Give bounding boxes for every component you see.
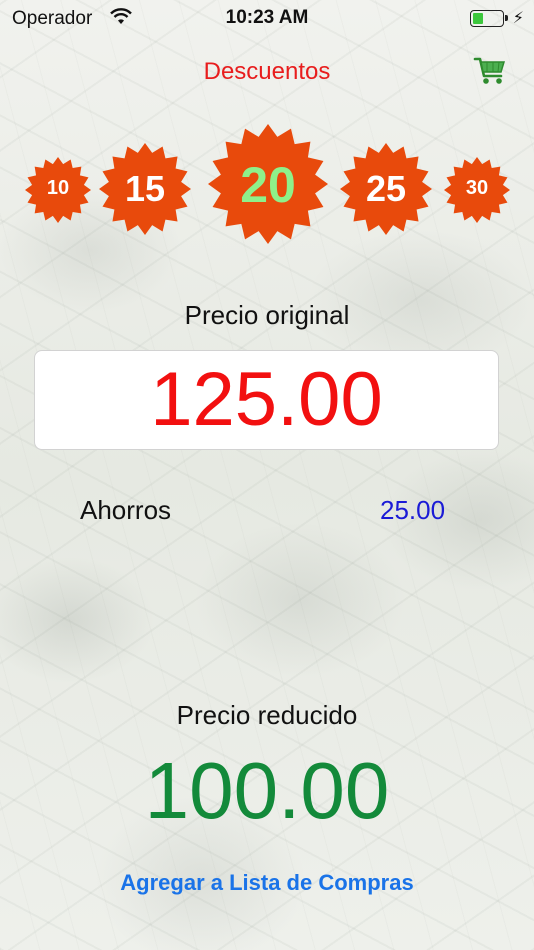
add-to-shopping-list-button[interactable]: Agregar a Lista de Compras: [0, 870, 534, 896]
savings-value: 25.00: [380, 495, 446, 525]
battery-icon: [470, 10, 508, 27]
discount-badge-label: 10: [46, 177, 70, 199]
clock: 10:23 AM: [225, 7, 309, 28]
discount-badge-25[interactable]: 25: [340, 143, 432, 235]
discount-badge-label: 30: [465, 177, 489, 199]
reduced-price-label: Precio reducido: [176, 700, 358, 730]
savings-label: Ahorros: [80, 495, 172, 525]
reduced-price-value: 100.00: [144, 746, 390, 835]
discount-badge-15[interactable]: 15: [99, 143, 191, 235]
original-price-label: Precio original: [184, 300, 350, 330]
page-title: Descuentos: [203, 58, 331, 85]
discount-badge-20[interactable]: 20: [208, 124, 328, 244]
discount-badge-10[interactable]: 10: [25, 157, 91, 223]
discount-badge-label: 25: [365, 168, 407, 209]
discount-badge-30[interactable]: 30: [444, 157, 510, 223]
discount-badge-label: 20: [240, 157, 296, 213]
original-price-input[interactable]: 125.00: [34, 350, 499, 450]
discount-selector: 10 15 20 25 30: [0, 120, 534, 260]
charging-icon: ⚡: [512, 10, 524, 27]
status-bar: Operador 10:23 AM ⚡: [0, 0, 534, 38]
shopping-cart-icon[interactable]: [472, 52, 508, 88]
discount-badge-label: 15: [124, 168, 166, 209]
